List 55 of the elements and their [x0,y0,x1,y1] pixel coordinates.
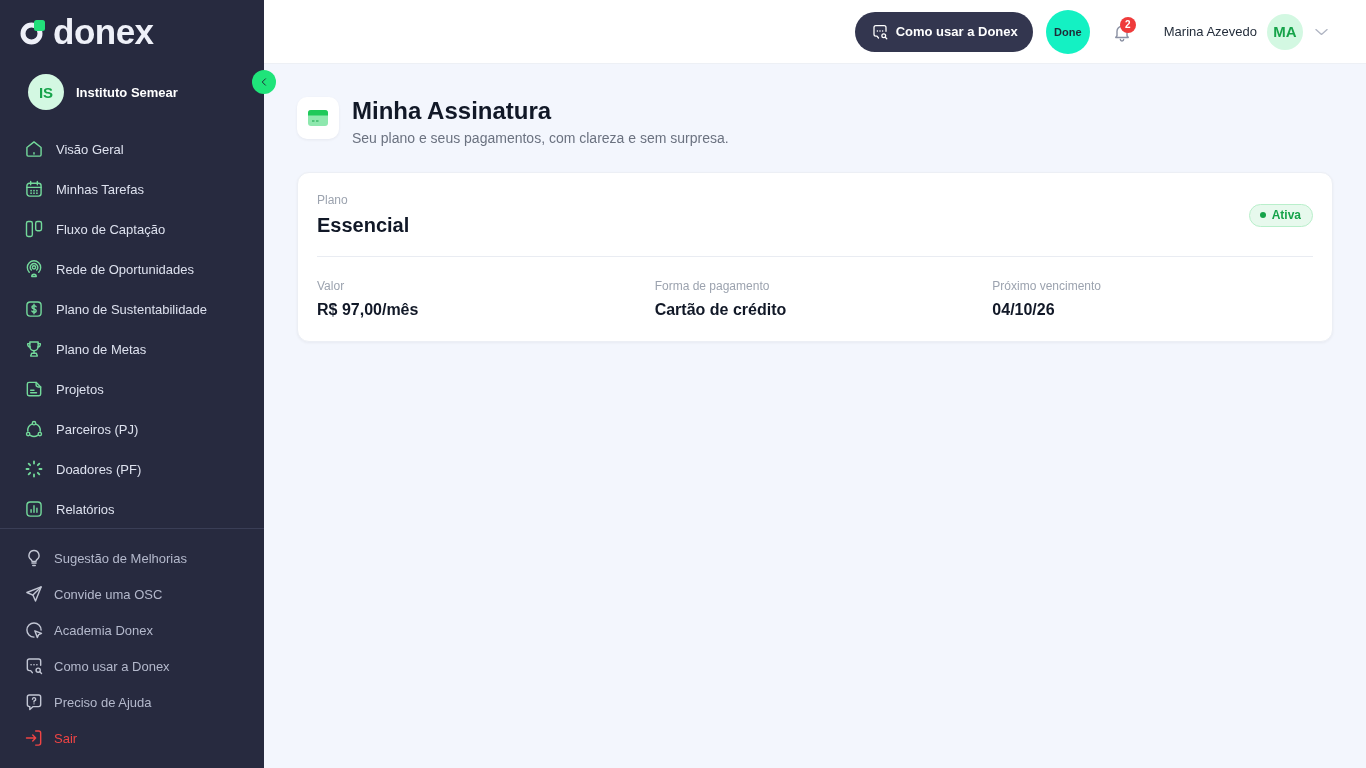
home-icon [24,139,44,159]
columns-icon [24,219,44,239]
sidebar-link[interactable]: Academia Donex [0,612,264,648]
done-button[interactable]: Done [1045,9,1090,54]
sidebar-item[interactable]: Minhas Tarefas [0,169,264,209]
plan-label: Plano [317,192,349,208]
help-button[interactable]: Como usar a Donex [854,11,1033,52]
credit-card-icon [297,97,339,139]
sidebar-item[interactable]: Fluxo de Captação [0,209,264,249]
sidebar-item[interactable]: Visão Geral [0,129,264,169]
detail-value: Cartão de crédito [654,300,788,320]
page-title: Minha Assinatura [352,97,553,125]
detail-label: Próximo vencimento [992,278,1103,294]
notifications-button[interactable]: 2 [1103,13,1140,50]
sidebar-item[interactable]: Rede de Oportunidades [0,249,264,289]
detail-label: Valor [317,278,346,294]
calendar-icon [24,179,44,199]
chat-search-icon [24,656,44,676]
sidebar-item[interactable]: Plano de Sustentabilidade [0,289,264,329]
plan-name: Essencial [317,213,410,238]
trophy-icon [24,339,44,359]
sidebar-item[interactable]: Projetos [0,369,264,409]
notification-count: 2 [1119,16,1136,33]
detail-value: 04/10/26 [992,300,1056,320]
user-name: Marina Azevedo [1163,24,1257,39]
sidebar-link[interactable]: Preciso de Ajuda [0,684,264,720]
sidebar-item[interactable]: Parceiros (PJ) [0,409,264,449]
paper-plane-icon [24,584,44,604]
sidebar-item[interactable]: Relatórios [0,489,264,528]
organization-avatar: IS [28,74,64,110]
document-icon [24,379,44,399]
loader-icon [24,459,44,479]
sidebar-link[interactable]: Sugestão de Melhorias [0,540,264,576]
logout-icon [24,728,44,748]
status-label: Ativa [1271,208,1301,222]
bar-chart-icon [24,499,44,519]
dollar-icon [24,299,44,319]
sidebar-item[interactable]: Plano de Metas [0,329,264,369]
chat-search-icon [870,22,889,41]
detail-label: Forma de pagamento [654,278,771,294]
logo-wordmark: donex [53,18,154,46]
cursor-circle-icon [24,620,44,640]
organization-name: Instituto Semear [76,84,178,100]
page-subtitle: Seu plano e seus pagamentos, com clareza e sem surpresa. [352,129,729,147]
chevron-down-icon [1315,27,1328,36]
chat-question-icon [24,692,44,712]
status-dot-icon [1259,212,1266,218]
sidebar-item[interactable]: Doadores (PF) [0,449,264,489]
sidebar-link[interactable]: Como usar a Donex [0,648,264,684]
detail-value: R$ 97,00/mês [317,300,420,320]
network-icon [24,419,44,439]
logout-link[interactable]: Sair [0,720,264,756]
broadcast-icon [24,259,44,279]
logo-icon [20,19,46,45]
sidebar-link[interactable]: Convide uma OSC [0,576,264,612]
